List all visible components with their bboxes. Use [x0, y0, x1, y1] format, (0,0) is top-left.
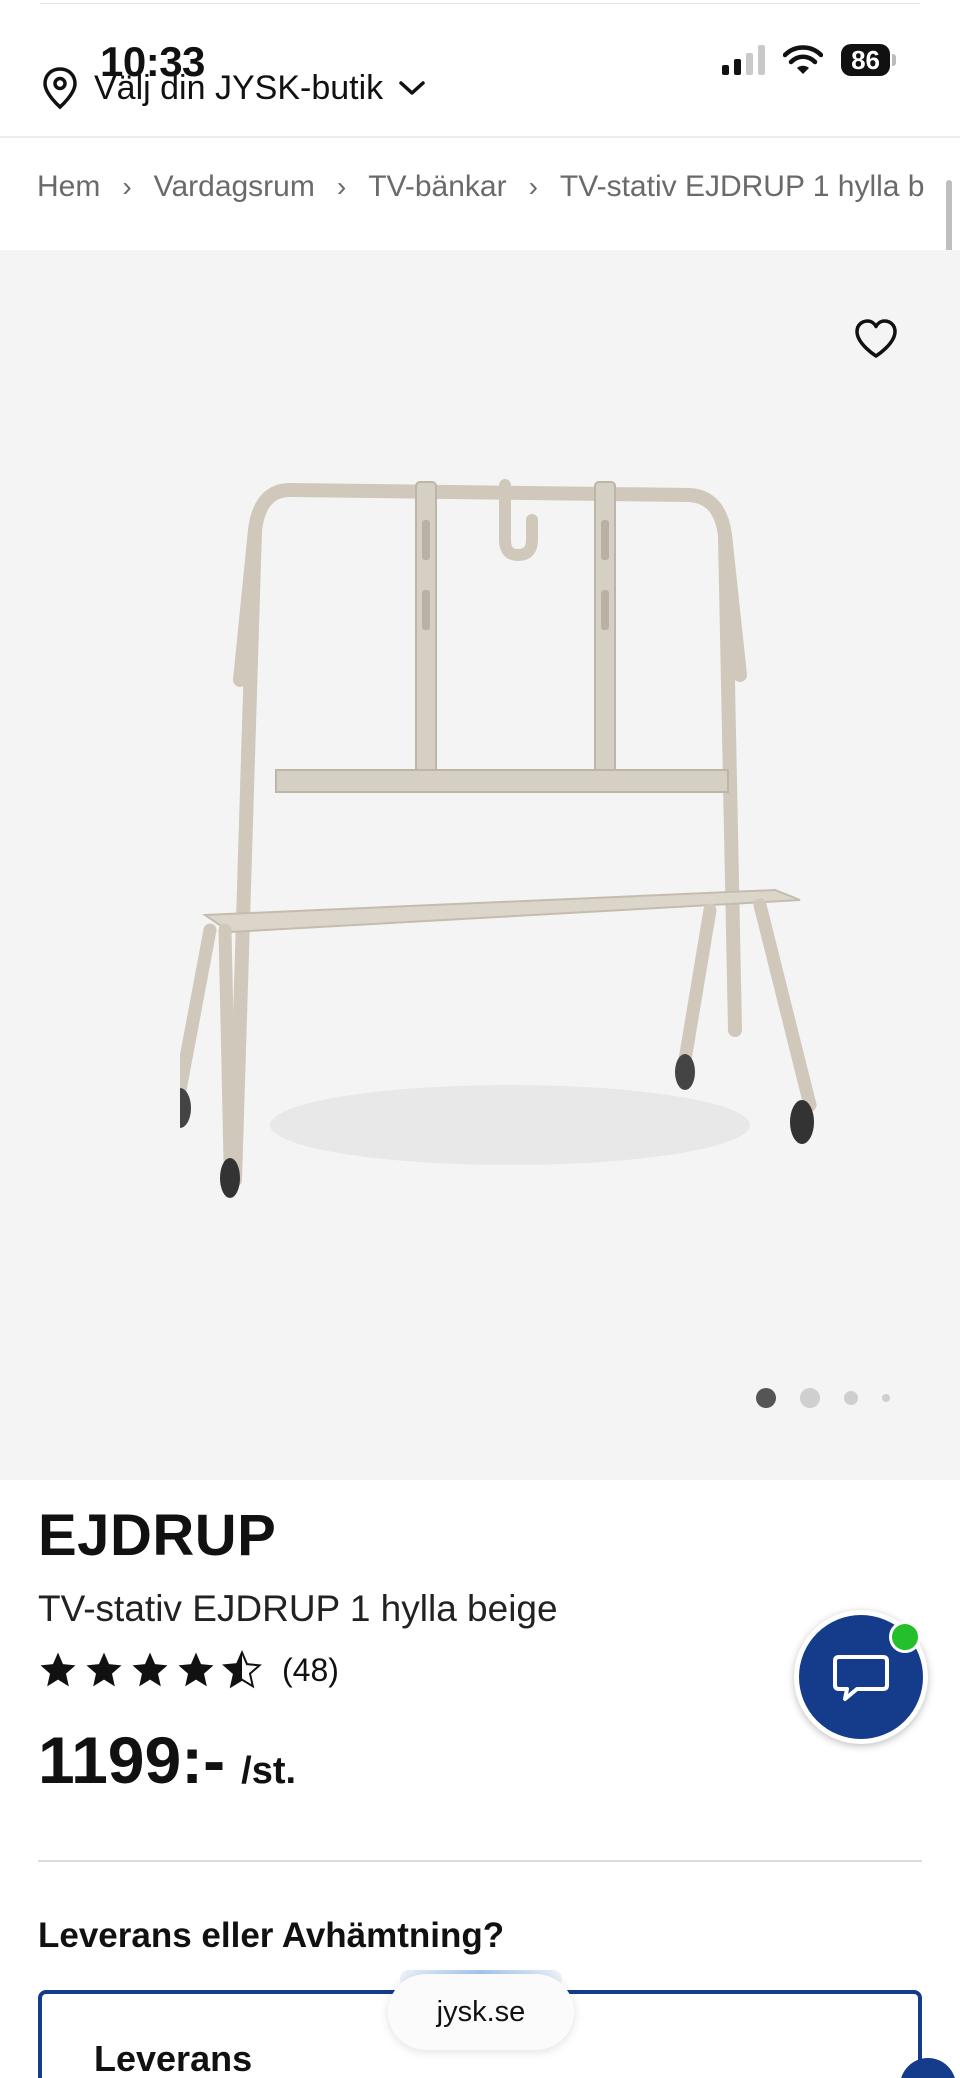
online-status-dot: [889, 1621, 921, 1653]
star-icon: [40, 1652, 76, 1687]
chevron-right-icon: ›: [336, 171, 347, 202]
breadcrumb-item-vardagsrum[interactable]: Vardagsrum: [154, 170, 315, 204]
signal-icon: [722, 45, 766, 75]
product-rating[interactable]: (48): [38, 1650, 339, 1690]
chat-bubble-icon: [833, 1655, 889, 1701]
product-name: TV-stativ EJDRUP 1 hylla beige: [38, 1588, 558, 1629]
price-value: 1199:-: [38, 1723, 226, 1797]
breadcrumb-item-tv-bankar[interactable]: TV-bänkar: [368, 170, 506, 204]
star-icon: [178, 1652, 214, 1687]
star-icon: [86, 1652, 122, 1687]
rating-count: (48): [282, 1651, 339, 1688]
chevron-down-icon: [399, 81, 425, 95]
product-price: 1199:- /st.: [38, 1722, 296, 1798]
delivery-option-title: Leverans: [94, 2038, 253, 2078]
star-icon: [132, 1652, 168, 1687]
delivery-heading: Leverans eller Avhämtning?: [38, 1916, 505, 1955]
product-image-gallery[interactable]: [0, 250, 960, 1480]
wifi-icon: [783, 45, 824, 74]
chevron-right-icon: ›: [528, 171, 538, 202]
gallery-pagination[interactable]: [756, 1388, 890, 1408]
section-divider: [38, 1860, 922, 1862]
chat-button[interactable]: [794, 1610, 928, 1744]
product-brand: EJDRUP: [38, 1503, 277, 1568]
gallery-dot[interactable]: [882, 1394, 890, 1402]
chevron-right-icon: ›: [122, 171, 132, 202]
browser-url-bar[interactable]: jysk.se: [388, 1974, 574, 2050]
store-selector[interactable]: Välj din JYSK-butik: [40, 66, 427, 110]
gallery-dot-active[interactable]: [756, 1388, 776, 1408]
breadcrumb: Hem › Vardagsrum › TV-bänkar › TV-stativ…: [37, 170, 927, 204]
breadcrumb-item-current: TV-stativ EJDRUP 1 hylla b: [559, 170, 925, 203]
heart-icon[interactable]: [852, 315, 900, 363]
breadcrumb-item-hem[interactable]: Hem: [37, 170, 100, 204]
battery-level: 86: [841, 44, 890, 76]
gallery-dot[interactable]: [844, 1391, 858, 1405]
location-pin-icon: [43, 67, 77, 110]
gallery-dot[interactable]: [800, 1388, 820, 1408]
product-image: [180, 479, 817, 1198]
half-star-icon: [222, 1650, 262, 1689]
status-time: 10:33: [100, 38, 205, 85]
status-icons: 86: [722, 44, 896, 76]
battery-icon: 86: [841, 44, 896, 76]
browser-url: jysk.se: [436, 1995, 526, 2028]
price-unit: /st.: [241, 1750, 297, 1792]
